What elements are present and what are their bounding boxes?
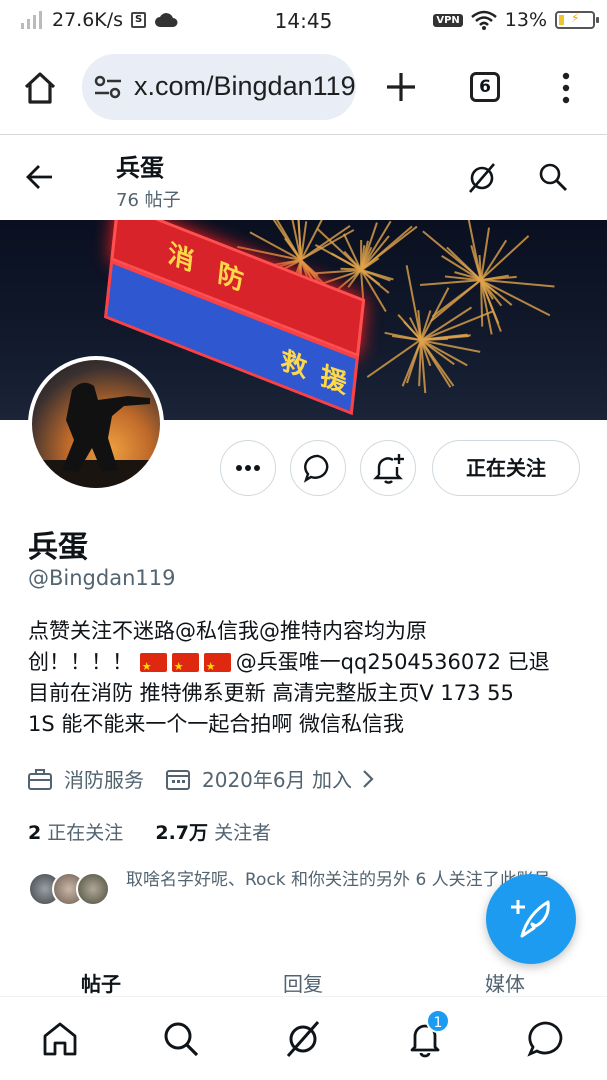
back-arrow-icon[interactable] xyxy=(26,164,54,190)
joined-date[interactable]: 2020年6月 加入 xyxy=(202,764,352,793)
notifications-subscribe-button[interactable] xyxy=(360,440,416,496)
follower-avatar xyxy=(76,872,110,906)
header-name: 兵蛋 xyxy=(116,154,164,182)
following-count: 2 xyxy=(28,822,42,844)
china-flag-icon xyxy=(171,651,199,682)
briefcase-icon xyxy=(28,768,52,790)
address-bar[interactable]: x.com/Bingdan119 xyxy=(82,54,356,120)
feather-plus-icon xyxy=(511,900,550,938)
home-icon[interactable] xyxy=(22,70,58,106)
new-tab-icon[interactable] xyxy=(384,70,418,104)
header-post-count: 76 帖子 xyxy=(116,190,181,211)
calendar-icon xyxy=(166,769,190,790)
tab-replies[interactable]: 回复 xyxy=(202,968,404,997)
soldier-silhouette-icon xyxy=(32,382,160,488)
bell-plus-icon xyxy=(373,454,404,484)
tab-posts[interactable]: 帖子 xyxy=(0,968,202,997)
bio-line: 点赞关注不迷路@私信我@推特内容均为原 xyxy=(28,619,427,643)
profile-handle: @Bingdan119 xyxy=(28,566,176,590)
url-text: x.com/Bingdan119 xyxy=(134,71,356,101)
followers-label: 关注者 xyxy=(214,822,272,844)
status-bar: 27.6K/s S 14:45 VPN 13% ⚡ xyxy=(0,0,607,42)
profile-top-nav: 兵蛋 76 帖子 xyxy=(0,136,607,220)
browser-toolbar: x.com/Bingdan119 6 xyxy=(0,48,607,134)
bio-text: 创！！！！ xyxy=(28,650,133,674)
following-label: 正在关注 xyxy=(47,822,124,844)
home-nav-icon[interactable] xyxy=(40,1019,80,1059)
search-icon[interactable] xyxy=(538,162,568,192)
following-button[interactable]: 正在关注 xyxy=(432,440,580,496)
search-nav-icon[interactable] xyxy=(161,1019,201,1059)
battery-percent: 13% xyxy=(504,9,547,31)
more-options-button[interactable] xyxy=(220,440,276,496)
profile-bio: 点赞关注不迷路@私信我@推特内容均为原 创！！！！ @兵蛋唯一qq2504536… xyxy=(28,616,588,740)
battery-icon: ⚡ xyxy=(555,11,599,29)
profile-tabs: 帖子 回复 媒体 xyxy=(0,962,607,998)
avatar[interactable] xyxy=(28,356,164,492)
message-button[interactable] xyxy=(290,440,346,496)
followers-count: 2.7万 xyxy=(155,822,209,844)
site-settings-icon[interactable] xyxy=(94,74,122,100)
compose-post-button[interactable] xyxy=(486,874,576,964)
more-horiz-icon xyxy=(236,465,260,471)
china-flag-icon xyxy=(203,651,231,682)
china-flag-icon xyxy=(139,651,167,682)
bio-text[interactable]: @兵蛋唯一qq2504536072 已退 xyxy=(236,650,550,674)
toolbar-divider xyxy=(0,134,607,135)
grok-nav-icon[interactable] xyxy=(283,1019,323,1059)
tab-media[interactable]: 媒体 xyxy=(404,968,606,997)
vpn-icon: VPN xyxy=(433,13,463,27)
followers-stat[interactable]: 2.7万 关注者 xyxy=(155,822,271,844)
messages-nav-icon[interactable] xyxy=(526,1019,566,1059)
bio-line: 创！！！！ @兵蛋唯一qq2504536072 已退 xyxy=(28,647,588,682)
bio-line: 目前在消防 推特佛系更新 高清完整版主页V 173 55 xyxy=(28,681,514,705)
wifi-icon xyxy=(470,10,497,30)
follow-stats: 2 正在关注 2.7万 关注者 xyxy=(28,818,271,845)
chat-bubble-icon xyxy=(303,454,329,483)
grok-icon[interactable] xyxy=(466,162,498,194)
more-vert-icon[interactable] xyxy=(556,70,576,106)
following-stat[interactable]: 2 正在关注 xyxy=(28,822,123,844)
profile-name: 兵蛋 xyxy=(28,530,88,565)
notification-badge: 1 xyxy=(426,1009,450,1033)
category-label: 消防服务 xyxy=(64,768,144,792)
bottom-navigation: 1 xyxy=(0,996,607,1080)
tab-switcher-button[interactable]: 6 xyxy=(470,72,500,102)
chevron-right-icon[interactable] xyxy=(360,768,376,790)
bio-line: 1S 能不能来一个一起合拍啊 微信私信我 xyxy=(28,712,405,736)
profile-meta: 消防服务 2020年6月 加入 xyxy=(28,764,376,793)
